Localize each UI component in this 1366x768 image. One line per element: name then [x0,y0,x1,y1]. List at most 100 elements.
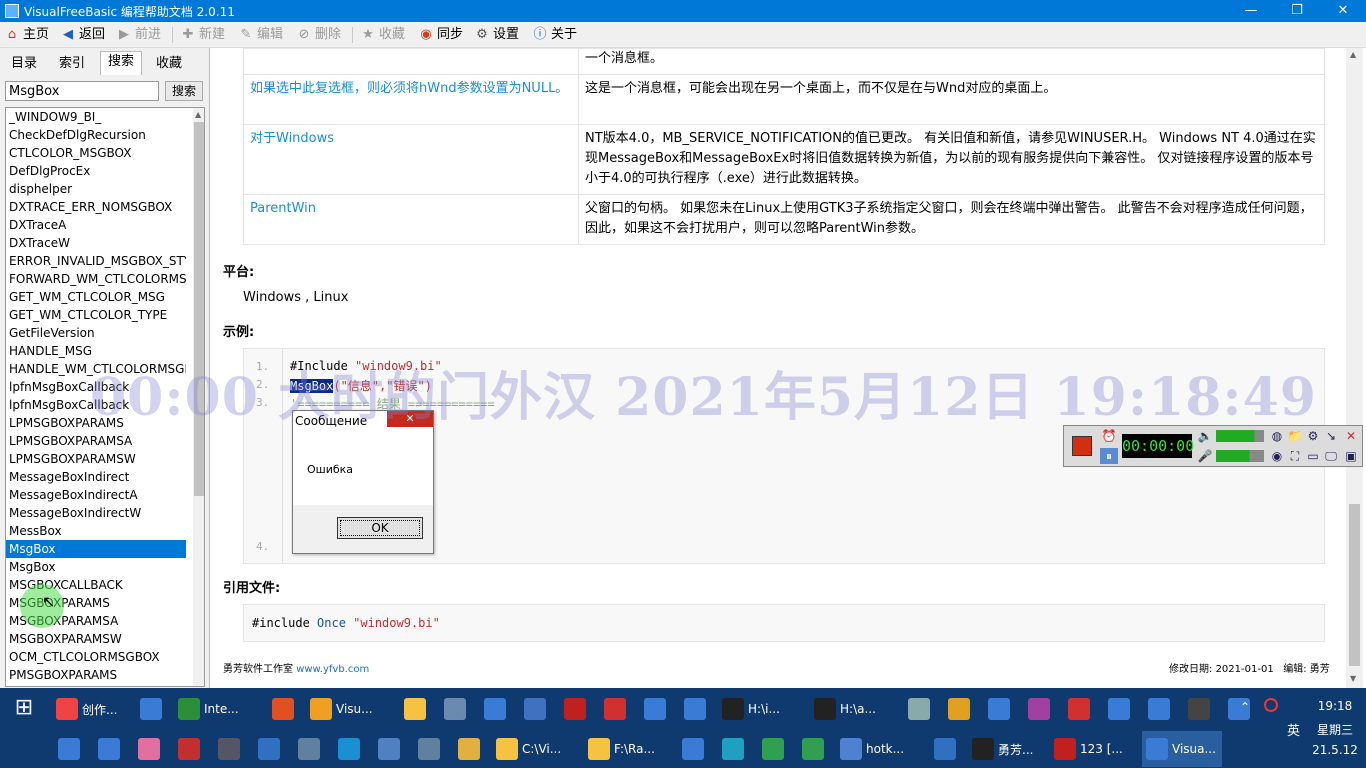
taskbar-item[interactable] [452,731,486,767]
taskbar-item[interactable] [92,731,126,767]
taskbar-item[interactable] [518,691,552,727]
taskbar-item[interactable] [638,691,672,727]
webcam-icon[interactable]: ◍ [1268,428,1286,444]
taskbar-item[interactable]: H:\a... [810,691,882,727]
system-clock[interactable]: 19:18 星期三 21.5.12 [1306,696,1364,760]
taskbar-item[interactable] [478,691,512,727]
title-bar[interactable]: VisualFreeBasic 编程帮助文档 2.0.11 — ❐ ✕ [0,0,1366,22]
ok-button[interactable]: OK [337,517,423,539]
list-item[interactable]: PMSGBOXPARAMS [6,666,186,684]
list-item[interactable]: _WINDOW9_BI_ [6,108,186,126]
list-item[interactable]: CTLCOLOR_MSGBOX [6,144,186,162]
taskbar-item[interactable] [676,731,710,767]
taskbar-item[interactable] [266,691,300,727]
taskbar-item[interactable]: hotk... [836,731,910,767]
maximize-button[interactable]: ❐ [1274,0,1320,22]
taskbar-item[interactable] [928,731,962,767]
taskbar-item[interactable] [1222,691,1256,727]
taskbar-item[interactable] [1182,691,1216,727]
list-item[interactable]: DXTRACE_ERR_NOMSGBOX [6,198,186,216]
list-item[interactable]: CheckDefDlgRecursion [6,126,186,144]
about-button[interactable]: ⓘ 关于 [532,26,577,44]
tab-favorites[interactable]: 收藏 [148,54,190,74]
list-item[interactable]: LPMSGBOXPARAMSA [6,432,186,450]
include-code[interactable]: #include Once "window9.bi" [243,604,1325,642]
tab-contents[interactable]: 目录 [4,54,44,74]
taskbar-item[interactable] [1022,691,1056,727]
taskbar-item[interactable] [942,691,976,727]
taskbar-item[interactable] [134,691,168,727]
list-item[interactable]: GET_WM_CTLCOLOR_MSG [6,288,186,306]
taskbar-item[interactable] [678,691,712,727]
forward-button[interactable]: ▶ 前进 [116,26,161,44]
new-button[interactable]: ✚ 新建 [180,26,225,44]
list-item[interactable]: DXTraceW [6,234,186,252]
taskbar-item[interactable]: Visua... [1142,731,1222,767]
speaker-icon[interactable]: 🔈 [1196,428,1214,444]
folder-icon[interactable]: 📁 [1286,428,1304,444]
taskbar-item[interactable] [332,731,366,767]
taskbar-item[interactable] [558,691,592,727]
taskbar-item[interactable] [902,691,936,727]
scroll-up-icon[interactable]: ▲ [1350,50,1356,59]
list-item[interactable]: MessageBoxIndirectA [6,486,186,504]
taskbar-item[interactable] [412,731,446,767]
list-item[interactable]: OCM_CTLCOLORMSGBOX [6,648,186,666]
start-icon[interactable]: ⊞ [10,694,38,722]
fullscreen-icon[interactable]: ⛶ [1286,448,1304,464]
message-box-dialog[interactable]: Сообщение ✕ Ошибка OK [292,410,434,554]
pause-icon[interactable]: ⏸ [1100,448,1118,464]
taskbar-item[interactable] [172,731,206,767]
taskbar-item[interactable] [1062,691,1096,727]
list-item[interactable]: MSGBOXPARAMSW [6,630,186,648]
monitor-icon[interactable]: 🖵 [1322,448,1340,464]
taskbar-item[interactable]: 123 [... [1050,731,1129,767]
scroll-down-icon[interactable]: ▼ [1350,674,1356,683]
list-item[interactable]: disphelper [6,180,186,198]
back-button[interactable]: ◀ 返回 [60,26,105,44]
input-language[interactable]: 英 [1287,720,1300,739]
close-icon[interactable]: ✕ [1342,428,1360,444]
list-item[interactable]: GetFileVersion [6,324,186,342]
list-item[interactable]: FORWARD_WM_CTLCOLORMSGBOX [6,270,186,288]
taskbar-item[interactable]: F:\Ra... [584,731,661,767]
scroll-up-icon[interactable]: ▲ [195,110,201,119]
arrow-icon[interactable]: ↘ [1322,428,1340,444]
taskbar-item[interactable]: Visu... [306,691,379,727]
record-tray-icon[interactable] [1264,698,1278,712]
list-item[interactable]: MsgBox [6,540,186,558]
taskbar-item[interactable] [756,731,790,767]
list-item[interactable]: MessBox [6,522,186,540]
minimize-button[interactable]: — [1228,0,1274,22]
taskbar-item[interactable]: 勇芳... [968,731,1039,767]
gear-icon[interactable]: ⚙ [1304,428,1322,444]
list-item[interactable]: DXTraceA [6,216,186,234]
list-item[interactable]: MessageBoxIndirect [6,468,186,486]
taskbar-item[interactable] [1142,691,1176,727]
taskbar-item[interactable] [716,731,750,767]
record-button[interactable] [1072,436,1092,456]
list-item[interactable]: MessageBoxIndirectW [6,504,186,522]
list-scroll-thumb[interactable] [194,122,204,496]
taskbar-item[interactable] [292,731,326,767]
taskbar-item[interactable] [398,691,432,727]
taskbar-item[interactable]: H:\i... [718,691,786,727]
taskbar-item[interactable] [52,731,86,767]
taskbar-item[interactable]: C:\Vi... [492,731,567,767]
content-scroll-thumb[interactable] [1349,504,1360,666]
list-item[interactable]: GET_WM_CTLCOLOR_TYPE [6,306,186,324]
list-item[interactable]: MsgBox [6,558,186,576]
alarm-icon[interactable]: ⏰ [1100,428,1118,444]
favorite-button[interactable]: ★ 收藏 [360,26,405,44]
region-icon[interactable]: ▣ [1342,448,1360,464]
settings-button[interactable]: ⚙ 设置 [474,26,519,44]
taskbar-item[interactable] [252,731,286,767]
sync-button[interactable]: ◉ 同步 [418,26,463,44]
delete-button[interactable]: ⊘ 删除 [296,26,341,44]
edit-button[interactable]: ✎ 编辑 [238,26,283,44]
list-item[interactable]: LPMSGBOXPARAMSW [6,450,186,468]
list-item[interactable]: DefDlgProcEx [6,162,186,180]
taskbar-item[interactable] [212,731,246,767]
window-icon[interactable]: ▭ [1304,448,1322,464]
taskbar-item[interactable] [132,731,166,767]
